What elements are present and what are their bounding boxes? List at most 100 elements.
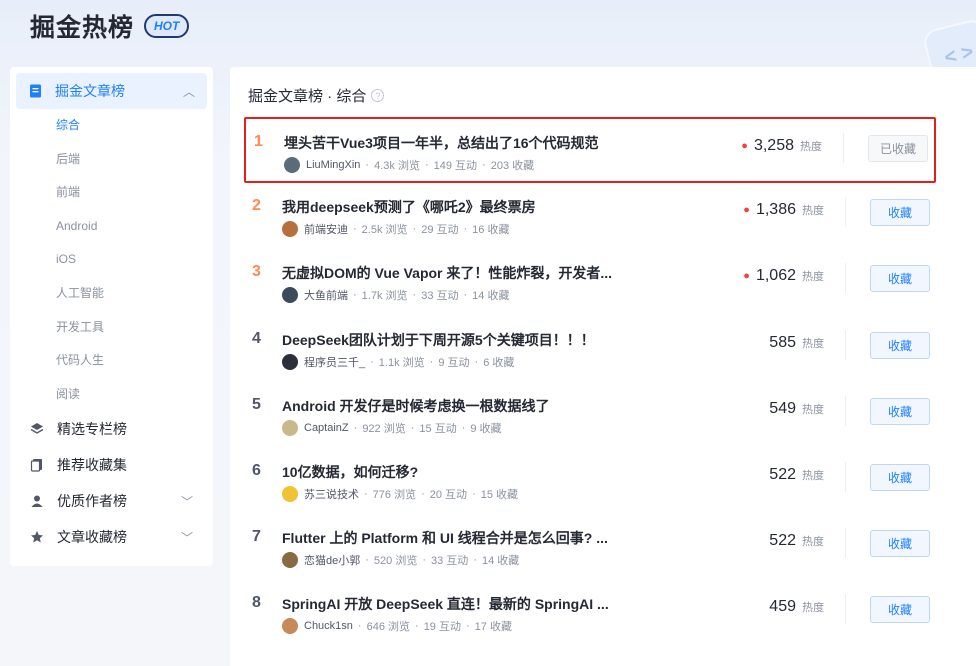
document-icon <box>28 84 42 98</box>
main-panel: 掘金文章榜 · 综合 ? 1 埋头苦干Vue3项目一年半，总结出了16个代码规范 L… <box>230 67 976 666</box>
author-name[interactable]: 恋猫de小郭 <box>304 552 360 568</box>
sidebar-item-label: 掘金文章榜 <box>55 83 125 99</box>
sidebar-subitem[interactable]: 人工智能 <box>16 277 207 311</box>
article-row[interactable]: 5 Android 开发仔是时候考虑换一根数据线了 CaptainZ · 922 浏览 ·… <box>244 382 936 448</box>
sidebar-item-label: 文章收藏榜 <box>57 529 127 546</box>
meta-separator: · <box>461 421 466 434</box>
sidebar-subitem[interactable]: Android <box>16 210 207 244</box>
divider <box>845 528 846 559</box>
avatar[interactable] <box>284 157 300 173</box>
hot-label: 热度 <box>802 271 824 284</box>
collect-count: 6 收藏 <box>483 356 515 369</box>
author-name[interactable]: 大鱼前端 <box>304 287 348 303</box>
article-title[interactable]: 无虚拟DOM的 Vue Vapor 来了！性能炸裂，开发者... <box>282 263 612 283</box>
article-row[interactable]: 1 埋头苦干Vue3项目一年半，总结出了16个代码规范 LiuMingXin · 4.3… <box>244 117 936 183</box>
hot-value: ● 3,258 热度 <box>741 137 822 155</box>
collect-button[interactable]: 收藏 <box>870 596 930 624</box>
hot-badge: HOT <box>144 14 190 38</box>
collect-button[interactable]: 收藏 <box>870 199 930 227</box>
collect-button[interactable]: 收藏 <box>870 397 930 425</box>
article-row[interactable]: 3 无虚拟DOM的 Vue Vapor 来了！性能炸裂，开发者... 大鱼前端 · 1.… <box>244 249 936 315</box>
collect-button[interactable]: 收藏 <box>870 331 930 359</box>
hot-number: 585 <box>769 333 796 351</box>
meta-separator: · <box>364 488 368 500</box>
author-name[interactable]: LiuMingXin <box>306 159 360 171</box>
author-name[interactable]: 程序员三千_ <box>304 354 365 370</box>
article-title[interactable]: Flutter 上的 Platform 和 UI 线程合并是怎么回事? ... <box>282 528 608 548</box>
article-row[interactable]: 6 10亿数据，如何迁移? 苏三说技术 · 776 浏览 · 20 互动 · 15 收藏 522 热… <box>244 448 936 514</box>
sidebar-item[interactable]: 推荐收藏集 <box>16 447 207 483</box>
view-count: 922 浏览 <box>362 422 406 435</box>
article-row[interactable]: 7 Flutter 上的 Platform 和 UI 线程合并是怎么回事? ...… <box>244 514 936 580</box>
sidebar-subitem[interactable]: 后端 <box>16 143 207 177</box>
hot-label: 热度 <box>802 205 824 218</box>
sidebar-subitem[interactable]: 综合 <box>16 109 207 143</box>
divider <box>845 395 846 426</box>
author-name[interactable]: 前端安迪 <box>304 221 348 237</box>
sidebar-item[interactable]: 文章收藏榜 ﹀ <box>16 519 207 555</box>
avatar[interactable] <box>282 419 298 436</box>
chevron-down-icon[interactable]: ﹀ <box>181 493 193 510</box>
sidebar-subitem[interactable]: 代码人生 <box>16 344 207 378</box>
user-icon <box>30 494 44 508</box>
chevron-down-icon[interactable]: ﹀ <box>181 529 193 546</box>
author-name[interactable]: Chuck1sn <box>304 620 353 632</box>
help-icon[interactable]: ? <box>371 89 385 102</box>
hot-number: 522 <box>769 466 796 483</box>
article-meta: LiuMingXin · 4.3k 浏览 · 149 互动 · 203 收藏 <box>284 157 534 173</box>
hot-label: 热度 <box>802 337 824 350</box>
divider <box>845 462 846 492</box>
avatar[interactable] <box>282 221 298 238</box>
hot-number: 1,386 <box>755 201 796 219</box>
meta-separator: · <box>473 554 477 567</box>
article-title[interactable]: Android 开发仔是时候考虑换一根数据线了 <box>282 396 550 416</box>
article-title[interactable]: SpringAI 开放 DeepSeek 直连！最新的 SpringAI ... <box>282 594 609 614</box>
sidebar-subitem[interactable]: iOS <box>16 243 207 277</box>
avatar[interactable] <box>282 618 298 635</box>
article-meta: 苏三说技术 · 776 浏览 · 20 互动 · 15 收藏 <box>282 486 518 502</box>
meta-separator: · <box>421 488 425 500</box>
collect-count: 14 收藏 <box>472 290 510 303</box>
article-row[interactable]: 8 SpringAI 开放 DeepSeek 直连！最新的 SpringAI ..… <box>244 580 936 646</box>
meta-separator: · <box>463 223 468 236</box>
meta-separator: · <box>410 421 415 434</box>
rank-number: 8 <box>252 594 261 612</box>
page-title: 掘金热榜 <box>30 13 135 42</box>
chevron-up-icon[interactable]: ︿ <box>183 83 195 100</box>
sidebar-item-article-rank[interactable]: 掘金文章榜 ︿ <box>16 73 207 109</box>
avatar[interactable] <box>282 287 298 304</box>
collect-button[interactable]: 收藏 <box>870 265 930 293</box>
hot-label: 热度 <box>802 536 824 549</box>
article-row[interactable]: 4 DeepSeek团队计划于下周开源5个关键项目！！！ 程序员三千_ · 1.1k 浏… <box>244 316 936 382</box>
hot-label: 热度 <box>802 602 824 615</box>
article-title[interactable]: 我用deepseek预测了《哪吒2》最终票房 <box>282 197 536 217</box>
hot-label: 热度 <box>802 403 824 416</box>
sidebar-item[interactable]: 精选专栏榜 <box>16 411 207 447</box>
sidebar-item[interactable]: 优质作者榜 ﹀ <box>16 483 207 519</box>
sidebar-subitem[interactable]: 阅读 <box>16 378 207 412</box>
article-meta: 程序员三千_ · 1.1k 浏览 · 9 互动 · 6 收藏 <box>282 353 515 370</box>
article-row[interactable]: 2 我用deepseek预测了《哪吒2》最终票房 前端安迪 · 2.5k 浏览 · 29 互… <box>244 183 936 249</box>
hot-label: 热度 <box>802 470 824 482</box>
author-name[interactable]: CaptainZ <box>304 422 349 434</box>
star-icon <box>30 530 44 544</box>
sidebar-subitem[interactable]: 开发工具 <box>16 311 207 345</box>
collect-button[interactable]: 收藏 <box>870 530 930 558</box>
meta-separator: · <box>424 159 429 171</box>
article-title[interactable]: 埋头苦干Vue3项目一年半，总结出了16个代码规范 <box>284 133 599 153</box>
collect-count: 17 收藏 <box>474 621 512 634</box>
hot-value: 549 热度 <box>769 400 824 418</box>
avatar[interactable] <box>282 353 298 370</box>
collect-count: 15 收藏 <box>480 489 519 501</box>
collect-button[interactable]: 收藏 <box>870 464 930 491</box>
article-title[interactable]: 10亿数据，如何迁移? <box>282 462 418 482</box>
divider <box>845 329 846 360</box>
interaction-count: 29 互动 <box>421 224 459 237</box>
author-name[interactable]: 苏三说技术 <box>304 486 359 502</box>
sidebar-subitem[interactable]: 前端 <box>16 176 207 210</box>
meta-separator: · <box>370 355 374 368</box>
avatar[interactable] <box>282 552 298 569</box>
article-title[interactable]: DeepSeek团队计划于下周开源5个关键项目！！！ <box>282 330 595 350</box>
collected-button[interactable]: 已收藏 <box>868 135 928 162</box>
avatar[interactable] <box>282 486 298 502</box>
